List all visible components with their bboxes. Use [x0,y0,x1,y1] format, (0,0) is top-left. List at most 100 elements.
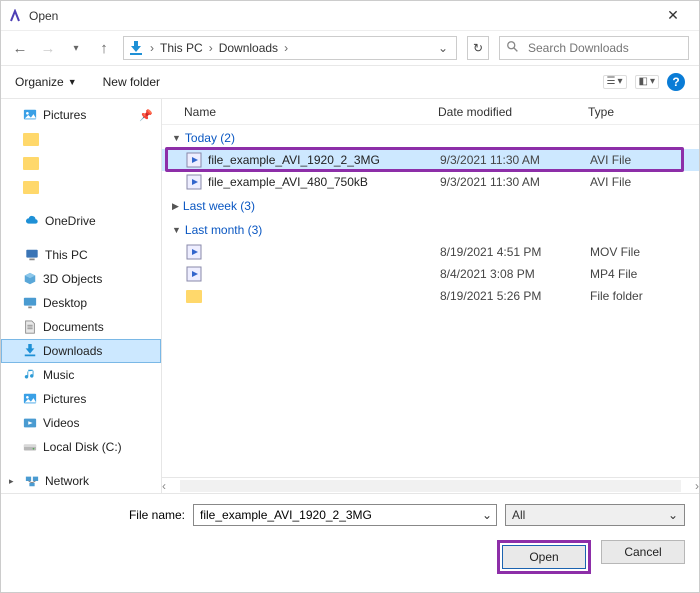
filename-combobox[interactable]: ⌄ [193,504,497,526]
sidebar-item-documents[interactable]: Documents [1,315,161,339]
preview-pane-button[interactable]: ◧▾ [635,75,659,89]
pane-icon: ◧ [639,77,648,87]
help-button[interactable]: ? [667,73,685,91]
filename-input[interactable] [198,507,478,523]
video-file-icon [186,266,202,282]
file-type: File folder [590,289,699,303]
chevron-down-icon: ⌄ [668,508,678,522]
sidebar-folder-shortcut[interactable] [1,175,161,199]
file-row[interactable]: file_example_AVI_480_750kB9/3/2021 11:30… [162,171,699,193]
sidebar-item-label: Network [45,474,89,488]
sidebar-item-pictures-quick[interactable]: Pictures 📌 [1,103,161,127]
expand-icon: ▸ [9,476,19,487]
back-button[interactable]: ← [11,40,29,57]
breadcrumb-dropdown[interactable]: ⌄ [434,41,452,55]
music-icon [23,368,37,382]
chevron-down-icon[interactable]: ⌄ [478,508,492,522]
file-date: 8/4/2021 3:08 PM [440,267,590,281]
breadcrumb[interactable]: › This PC › Downloads › ⌄ [123,36,457,60]
document-icon [23,320,37,334]
file-group-header[interactable]: ▶ Last week (3) [162,193,699,217]
group-label: Last month (3) [185,223,262,237]
sidebar-item-videos[interactable]: Videos [1,411,161,435]
forward-button: → [39,40,57,57]
horizontal-scrollbar[interactable]: ‹ › [162,477,699,493]
view-details-button[interactable]: ☰▾ [603,75,627,89]
chevron-down-icon: ▼ [172,133,181,143]
sidebar-item-onedrive[interactable]: OneDrive [1,209,161,233]
sidebar-item-label: Music [43,368,74,382]
breadcrumb-item[interactable]: Downloads [219,41,278,55]
sidebar-item-desktop[interactable]: Desktop [1,291,161,315]
group-label: Last week (3) [183,199,255,213]
file-row[interactable]: 8/19/2021 5:26 PMFile folder [162,285,699,307]
filetype-filter[interactable]: All ⌄ [505,504,685,526]
refresh-button[interactable]: ↻ [467,36,489,60]
file-type: MOV File [590,245,699,259]
breadcrumb-item[interactable]: This PC [160,41,203,55]
sidebar-item-3d-objects[interactable]: 3D Objects [1,267,161,291]
column-date[interactable]: Date modified [438,105,588,119]
sidebar-item-local-disk[interactable]: Local Disk (C:) [1,435,161,459]
downloads-icon [128,40,144,56]
recent-locations-button[interactable]: ▾ [67,43,85,54]
sidebar-item-label: Documents [43,320,104,334]
video-icon [23,416,37,430]
search-input[interactable] [526,40,682,56]
sidebar-item-thispc[interactable]: This PC [1,243,161,267]
column-type[interactable]: Type [588,105,699,119]
pictures-icon [23,392,37,406]
file-row[interactable]: file_example_AVI_1920_2_3MG9/3/2021 11:3… [162,149,699,171]
close-button[interactable]: ✕ [653,7,693,24]
scrollbar-track[interactable] [180,480,681,492]
up-button[interactable]: ↑ [95,40,113,57]
scroll-right-icon[interactable]: › [695,479,699,493]
sidebar-item-label: Pictures [43,108,86,122]
chevron-right-icon: ▶ [172,201,179,212]
cancel-button[interactable]: Cancel [601,540,685,564]
sidebar-item-pictures[interactable]: Pictures [1,387,161,411]
network-icon [25,474,39,488]
chevron-down-icon: ▼ [68,77,77,87]
column-headers[interactable]: Name Date modified Type [162,99,699,125]
file-type: AVI File [590,175,699,189]
search-box[interactable] [499,36,689,60]
window-title: Open [29,9,653,23]
file-group-header[interactable]: ▼ Today (2) [162,125,699,149]
navigation-pane[interactable]: Pictures 📌 OneDrive This PC 3D Objects [1,99,162,493]
pin-icon: 📌 [139,109,153,122]
file-name: file_example_AVI_1920_2_3MG [208,153,440,167]
sidebar-folder-shortcut[interactable] [1,127,161,151]
column-name[interactable]: Name [184,105,438,119]
file-group-header[interactable]: ▼ Last month (3) [162,217,699,241]
file-date: 8/19/2021 5:26 PM [440,289,590,303]
folder-icon [23,133,39,146]
file-row[interactable]: 8/19/2021 4:51 PMMOV File [162,241,699,263]
sidebar-item-label: OneDrive [45,214,96,228]
scroll-left-icon[interactable]: ‹ [162,479,166,493]
pictures-icon [23,108,37,122]
file-name: file_example_AVI_480_750kB [208,175,440,189]
sidebar-folder-shortcut[interactable] [1,151,161,175]
file-type: MP4 File [590,267,699,281]
open-button-label: Open [529,550,558,564]
organize-menu[interactable]: Organize ▼ [15,75,77,89]
folder-icon [186,290,202,303]
sidebar-item-music[interactable]: Music [1,363,161,387]
search-icon [506,40,520,57]
file-list[interactable]: ▼ Today (2)file_example_AVI_1920_2_3MG9/… [162,125,699,477]
organize-label: Organize [15,75,64,89]
chevron-right-icon: › [284,41,288,55]
folder-icon [23,181,39,194]
sidebar-item-network[interactable]: ▸ Network [1,469,161,493]
file-row[interactable]: 8/4/2021 3:08 PMMP4 File [162,263,699,285]
sidebar-item-label: 3D Objects [43,272,102,286]
video-file-icon [186,174,202,190]
new-folder-button[interactable]: New folder [103,75,160,89]
video-file-icon [186,244,202,260]
file-date: 9/3/2021 11:30 AM [440,175,590,189]
video-file-icon [186,152,202,168]
sidebar-item-downloads[interactable]: Downloads [1,339,161,363]
open-button[interactable]: Open [502,545,586,569]
chevron-right-icon: › [209,41,213,55]
